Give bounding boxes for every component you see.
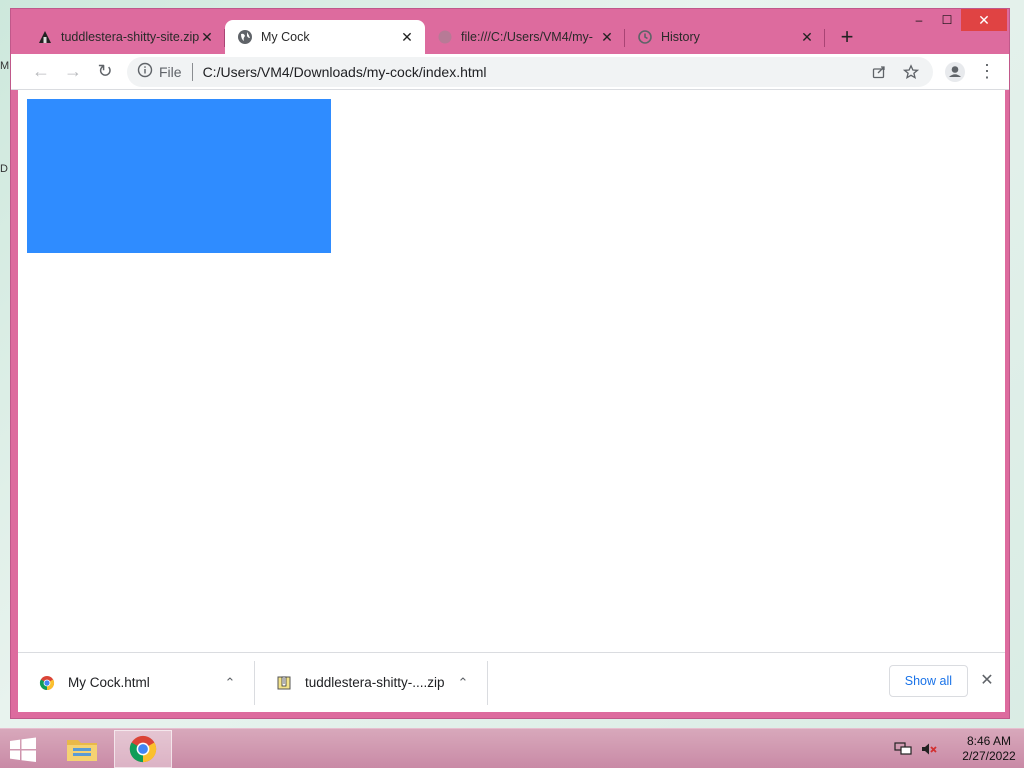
download-filename: tuddlestera-shitty-....zip xyxy=(305,675,445,690)
new-tab-button[interactable]: + xyxy=(831,21,863,53)
file-explorer-icon[interactable] xyxy=(53,730,111,768)
scheme-label: File xyxy=(159,63,182,80)
chevron-up-icon[interactable]: ⌃ xyxy=(218,675,242,691)
history-icon xyxy=(637,29,653,45)
menu-kebab-icon[interactable]: ⋮ xyxy=(971,56,1003,88)
url-text[interactable]: C:/Users/VM4/Downloads/my-cock/index.htm… xyxy=(203,64,487,80)
tab-title: History xyxy=(661,30,700,44)
file-favicon-icon xyxy=(437,29,453,45)
tab-title: tuddlestera-shitty-site.zip xyxy=(61,30,199,44)
info-icon[interactable] xyxy=(137,62,153,81)
download-shelf: My Cock.html ⌃ tuddlestera-shitty-....zi… xyxy=(18,652,1005,712)
tab-close-icon[interactable]: ✕ xyxy=(599,29,615,45)
tab-zip[interactable]: tuddlestera-shitty-site.zip ✕ xyxy=(25,20,225,54)
tab-file[interactable]: file:///C:/Users/VM4/my- ✕ xyxy=(425,20,625,54)
forward-button[interactable]: → xyxy=(57,56,89,88)
tab-close-icon[interactable]: ✕ xyxy=(399,29,415,45)
tab-close-icon[interactable]: ✕ xyxy=(799,29,815,45)
scheme-divider xyxy=(191,62,193,81)
blue-rectangle xyxy=(27,99,331,253)
download-item[interactable]: My Cock.html ⌃ xyxy=(18,660,255,705)
zip-file-icon xyxy=(275,674,293,692)
show-all-button[interactable]: Show all xyxy=(888,665,968,697)
download-filename: My Cock.html xyxy=(68,675,150,690)
minimize-button[interactable]: – xyxy=(905,9,933,31)
title-bar: – ☐ ✕ tuddlestera-shitty-site.zip ✕ My C… xyxy=(11,9,1009,54)
reload-button[interactable]: ↻ xyxy=(89,56,121,88)
tab-strip: tuddlestera-shitty-site.zip ✕ My Cock ✕ … xyxy=(25,20,863,54)
download-item[interactable]: tuddlestera-shitty-....zip ⌃ xyxy=(255,660,488,705)
toolbar-right: ⋮ xyxy=(939,56,1009,88)
system-tray: 8:46 AM 2/27/2022 xyxy=(892,729,1024,768)
back-button[interactable]: ← xyxy=(25,56,57,88)
address-bar[interactable]: File C:/Users/VM4/Downloads/my-cock/inde… xyxy=(127,56,933,87)
maximize-button[interactable]: ☐ xyxy=(933,9,961,31)
chrome-taskbar-icon[interactable] xyxy=(114,730,172,768)
bookmark-star-icon[interactable] xyxy=(895,58,927,86)
profile-avatar-icon[interactable] xyxy=(939,56,971,88)
browser-window: – ☐ ✕ tuddlestera-shitty-site.zip ✕ My C… xyxy=(10,8,1010,719)
clock-time: 8:46 AM xyxy=(966,734,1012,748)
windows-start-icon[interactable] xyxy=(8,737,38,763)
omnibox-actions xyxy=(863,58,933,86)
clock-date: 2/27/2022 xyxy=(962,749,1016,763)
tab-my-cock[interactable]: My Cock ✕ xyxy=(225,20,425,54)
tab-separator xyxy=(824,29,825,47)
chrome-icon xyxy=(38,674,56,692)
chevron-up-icon[interactable]: ⌃ xyxy=(451,675,475,691)
window-controls: – ☐ ✕ xyxy=(905,9,1007,31)
desktop-icon-label: D xyxy=(0,163,8,175)
browser-toolbar: ← → ↻ File C:/Users/VM4/Downloads/my-coc… xyxy=(11,54,1009,90)
network-icon[interactable] xyxy=(892,738,914,760)
zip-favicon-icon xyxy=(37,29,53,45)
desktop-icon-label: M xyxy=(0,60,10,72)
globe-icon xyxy=(237,29,253,45)
page-content xyxy=(18,90,1005,652)
tab-close-icon[interactable]: ✕ xyxy=(199,29,215,45)
tab-history[interactable]: History ✕ xyxy=(625,20,825,54)
close-icon[interactable]: ✕ xyxy=(977,671,997,691)
volume-muted-icon[interactable] xyxy=(918,738,940,760)
share-icon[interactable] xyxy=(863,58,895,86)
close-window-button[interactable]: ✕ xyxy=(961,9,1007,31)
clock[interactable]: 8:46 AM 2/27/2022 xyxy=(954,734,1024,764)
tab-title: file:///C:/Users/VM4/my- xyxy=(461,30,593,44)
tab-title: My Cock xyxy=(261,30,310,44)
taskbar: 8:46 AM 2/27/2022 xyxy=(0,728,1024,768)
